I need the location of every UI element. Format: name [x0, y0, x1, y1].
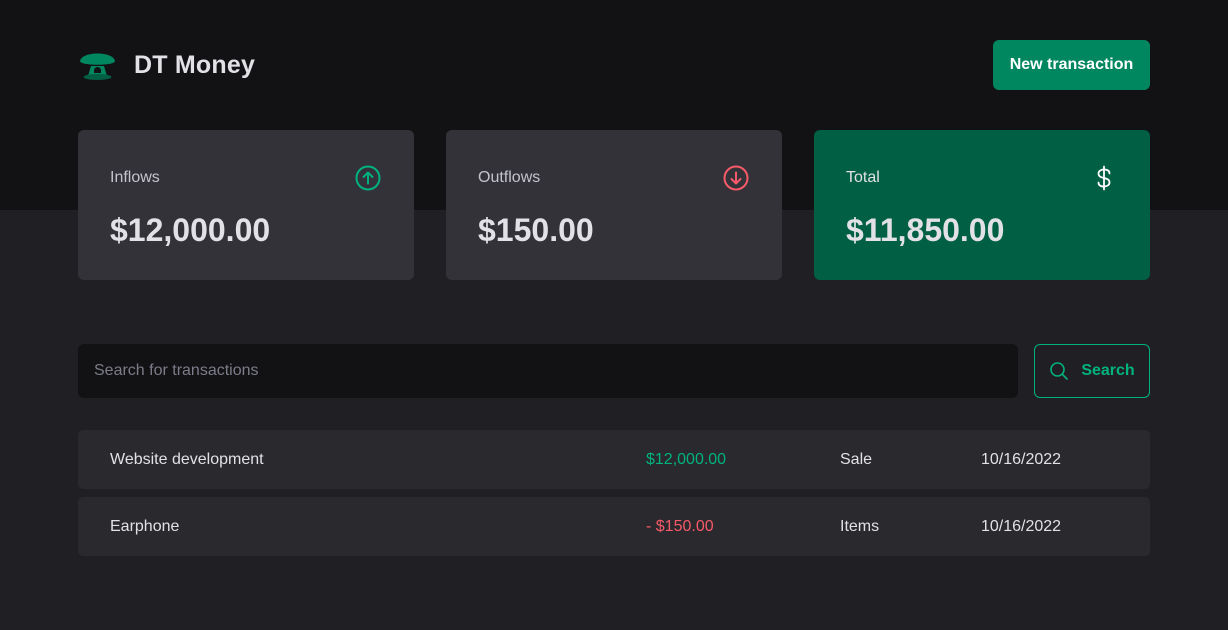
search-form: Search: [78, 344, 1150, 398]
brand: DT Money: [78, 49, 255, 81]
summary-card-value: $150.00: [478, 212, 594, 248]
transactions-table: Website development $12,000.00 Sale 10/1…: [78, 430, 1150, 556]
summary-card-inflows: Inflows $12,000.00: [78, 130, 414, 280]
arrow-circle-up-icon: [355, 165, 381, 191]
summary-card-label: Inflows: [110, 169, 160, 186]
search-button-label: Search: [1081, 362, 1135, 379]
dollar-sign-icon: [1097, 165, 1111, 191]
summary-card-value: $11,850.00: [846, 212, 1005, 248]
transaction-date: 10/16/2022: [981, 450, 1062, 468]
transaction-description: Website development: [110, 450, 264, 468]
magnifying-glass-icon: [1050, 362, 1069, 380]
summary-card-value: $12,000.00: [110, 212, 271, 248]
summary-cards: Inflows $12,000.00 Outflows $150.00 Tota…: [78, 130, 1150, 280]
brand-name: DT Money: [134, 50, 256, 79]
summary-card-label: Outflows: [478, 169, 541, 186]
transaction-category: Items: [840, 517, 880, 535]
app-header: DT Money New transaction: [78, 40, 1150, 90]
summary-card-total: Total $11,850.00: [814, 130, 1150, 280]
table-row: Earphone - $150.00 Items 10/16/2022: [78, 497, 1150, 556]
search-input[interactable]: [78, 344, 1018, 398]
summary-card-label: Total: [846, 169, 880, 186]
new-transaction-button[interactable]: New transaction: [993, 40, 1150, 90]
transaction-category: Sale: [840, 450, 873, 468]
search-button[interactable]: Search: [1034, 344, 1150, 398]
table-row: Website development $12,000.00 Sale 10/1…: [78, 430, 1150, 489]
transaction-price: - $150.00: [646, 517, 714, 535]
transaction-price: $12,000.00: [646, 450, 727, 468]
transaction-date: 10/16/2022: [981, 517, 1062, 535]
transaction-description: Earphone: [110, 517, 180, 535]
arrow-circle-down-icon: [723, 165, 749, 191]
summary-card-outflows: Outflows $150.00: [446, 130, 782, 280]
mushroom-logo-icon: [80, 53, 115, 80]
